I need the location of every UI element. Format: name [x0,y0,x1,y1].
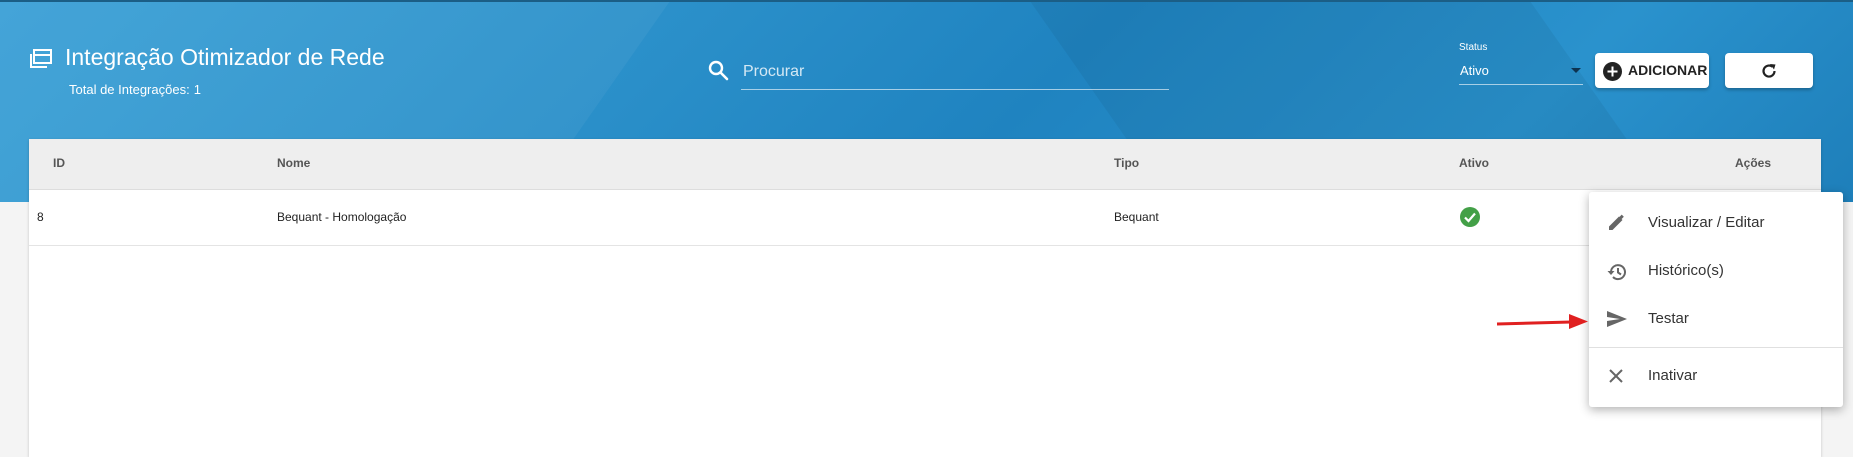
column-header-acoes: Ações [1735,156,1772,170]
cell-nome: Bequant - Homologação [277,210,407,224]
menu-item-deactivate[interactable]: Inativar [1589,352,1843,400]
annotation-arrow-icon [1496,314,1588,329]
cell-id: 8 [37,210,44,224]
column-header-id: ID [53,156,65,170]
table-row[interactable]: 8 Bequant - Homologação Bequant [29,189,1821,246]
column-header-tipo: Tipo [1114,156,1140,170]
send-icon [1607,311,1627,327]
column-header-ativo: Ativo [1459,156,1489,170]
menu-divider [1589,347,1843,348]
add-button-label: ADICIONAR [1628,62,1708,78]
menu-item-label: Histórico(s) [1648,262,1724,279]
status-select[interactable]: Ativo [1459,58,1583,85]
page-title: Integração Otimizador de Rede [65,44,385,70]
chevron-down-icon [1571,68,1581,73]
cell-tipo: Bequant [1114,210,1159,224]
status-selected-value: Ativo [1460,63,1489,78]
close-icon [1609,369,1623,383]
menu-item-label: Testar [1648,310,1689,327]
total-integrations: Total de Integrações: 1 [65,82,201,97]
add-button[interactable]: ADICIONAR [1595,53,1709,88]
search-input[interactable] [741,54,1169,90]
history-icon [1607,264,1626,281]
integrations-table: ID Nome Tipo Ativo Ações 8 Bequant - Hom… [29,139,1821,457]
table-header: ID Nome Tipo Ativo Ações [29,139,1821,190]
refresh-icon [1762,64,1776,78]
total-integrations-count: 1 [193,82,201,97]
status-label: Status [1459,42,1488,53]
top-border [0,0,1853,2]
pencil-icon [1609,214,1624,230]
actions-menu: Visualizar / Editar Histórico(s) Testar … [1589,192,1843,407]
menu-item-history[interactable]: Histórico(s) [1589,247,1843,295]
total-integrations-label: Total de Integrações: [69,82,190,97]
menu-item-label: Visualizar / Editar [1648,214,1765,231]
refresh-button[interactable] [1725,53,1813,88]
menu-item-test[interactable]: Testar [1589,295,1843,343]
add-circle-icon [1603,62,1622,81]
search-icon [708,60,729,81]
integration-list-icon [30,49,52,68]
menu-item-label: Inativar [1648,367,1698,384]
column-header-nome: Nome [277,156,311,170]
menu-item-view-edit[interactable]: Visualizar / Editar [1589,199,1843,247]
active-check-icon [1460,207,1480,227]
